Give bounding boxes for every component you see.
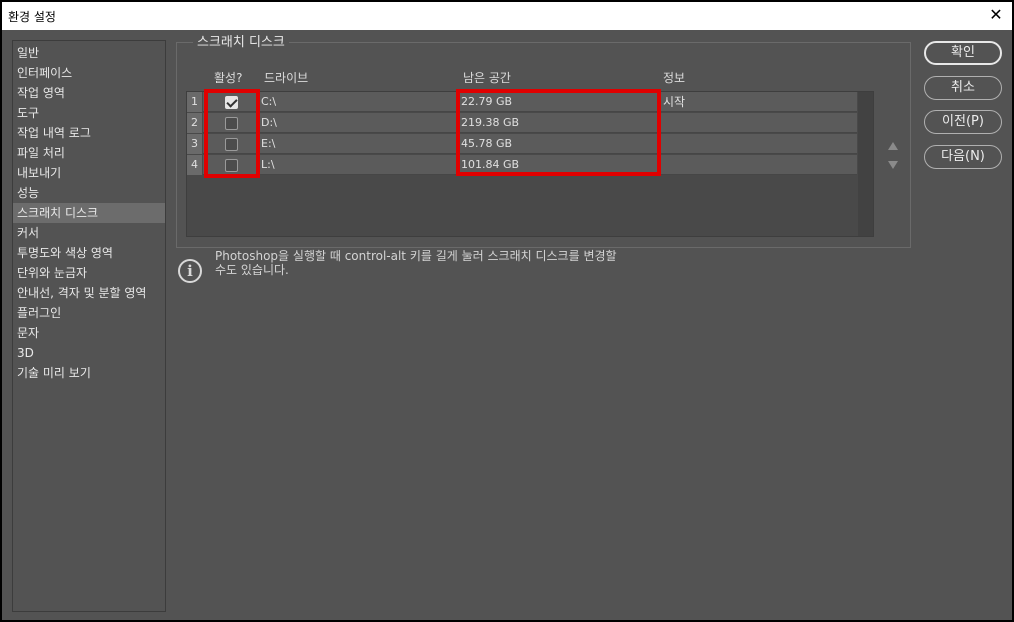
next-button[interactable]: 다음(N): [924, 145, 1002, 169]
sidebar-item-3d[interactable]: 3D: [13, 343, 165, 363]
sidebar-item-type[interactable]: 문자: [13, 323, 165, 343]
row-number: 3: [187, 134, 203, 154]
window-title: 환경 설정: [8, 10, 56, 24]
info-icon: i: [178, 259, 202, 283]
drive-name: D:\: [261, 116, 277, 129]
highlight-box-active-column: [204, 89, 260, 178]
sidebar-item-scratch-disks[interactable]: 스크래치 디스크: [13, 203, 165, 223]
sidebar-item-cursors[interactable]: 커서: [13, 223, 165, 243]
sidebar-item-plugins[interactable]: 플러그인: [13, 303, 165, 323]
sidebar-item-guides-grid-slices[interactable]: 안내선, 격자 및 분할 영역: [13, 283, 165, 303]
previous-button[interactable]: 이전(P): [924, 110, 1002, 134]
sidebar-item-interface[interactable]: 인터페이스: [13, 63, 165, 83]
sidebar-item-performance[interactable]: 성능: [13, 183, 165, 203]
row-number: 1: [187, 92, 203, 112]
drive-name: L:\: [261, 158, 275, 171]
preferences-sidebar: 일반 인터페이스 작업 영역 도구 작업 내역 로그 파일 처리 내보내기 성능…: [12, 40, 166, 612]
row-number: 2: [187, 113, 203, 133]
sidebar-item-transparency-gamut[interactable]: 투명도와 색상 영역: [13, 243, 165, 263]
drive-name: C:\: [261, 95, 277, 108]
highlight-box-free-space-column: [456, 89, 661, 176]
move-down-arrow-icon[interactable]: [888, 161, 898, 169]
info-message-line2: 수도 있습니다.: [215, 263, 289, 277]
column-header-free-space: 남은 공간: [463, 71, 511, 85]
move-up-arrow-icon[interactable]: [888, 142, 898, 150]
cancel-button[interactable]: 취소: [924, 76, 1002, 100]
sidebar-item-tools[interactable]: 도구: [13, 103, 165, 123]
sidebar-item-file-handling[interactable]: 파일 처리: [13, 143, 165, 163]
sidebar-item-technology-previews[interactable]: 기술 미리 보기: [13, 363, 165, 383]
column-header-drive: 드라이브: [264, 71, 309, 85]
info-message: Photoshop을 실행할 때 control-alt 키를 길게 눌러 스크…: [215, 249, 675, 277]
group-title: 스크래치 디스크: [193, 35, 289, 51]
preferences-window: 환경 설정 ✕ 일반 인터페이스 작업 영역 도구 작업 내역 로그 파일 처리…: [2, 2, 1012, 620]
sidebar-item-workspace[interactable]: 작업 영역: [13, 83, 165, 103]
column-header-active: 활성?: [214, 71, 243, 85]
drive-info: 시작: [663, 95, 686, 109]
sidebar-item-units-rulers[interactable]: 단위와 눈금자: [13, 263, 165, 283]
sidebar-item-history-log[interactable]: 작업 내역 로그: [13, 123, 165, 143]
title-bar[interactable]: 환경 설정 ✕: [2, 2, 1012, 30]
close-icon[interactable]: ✕: [986, 5, 1006, 25]
info-message-line1: Photoshop을 실행할 때 control-alt 키를 길게 눌러 스크…: [215, 249, 617, 263]
sidebar-item-export[interactable]: 내보내기: [13, 163, 165, 183]
sidebar-item-general[interactable]: 일반: [13, 43, 165, 63]
row-number: 4: [187, 155, 203, 175]
column-header-info: 정보: [663, 71, 686, 85]
ok-button[interactable]: 확인: [924, 41, 1002, 65]
table-scrollbar[interactable]: [858, 92, 873, 236]
drive-name: E:\: [261, 137, 276, 150]
